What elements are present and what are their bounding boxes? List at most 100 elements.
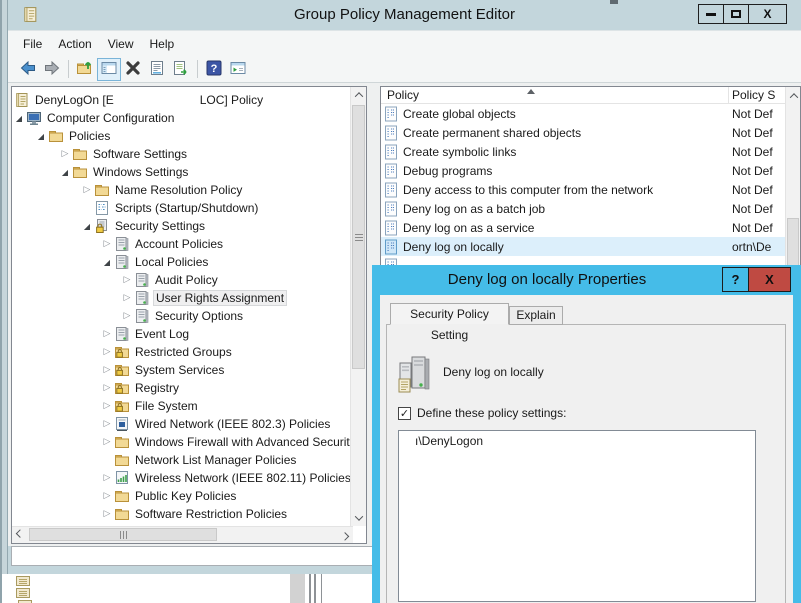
tree-item-security-options[interactable]: ▷Security Options [12,307,245,325]
maximize-button[interactable] [723,4,749,24]
tree-item-scripts-startup-shutdown[interactable]: Scripts (Startup/Shutdown) [12,199,260,217]
expander-expanded-icon[interactable]: ◢ [34,132,48,141]
scroll-up-button[interactable] [351,87,367,103]
help-button[interactable]: ? [202,58,226,81]
expander-expanded-icon[interactable]: ◢ [100,258,114,267]
policy-setting-value: Not Def [732,145,773,159]
expander-collapsed-icon[interactable]: ▷ [120,275,134,285]
menu-file[interactable]: File [15,34,50,54]
folder-icon [72,164,88,180]
policy-row-deny-log-on-locally[interactable]: Deny log on locallyortn\De [381,237,785,256]
menu-action[interactable]: Action [50,34,99,54]
tree-item-network-list-manager-policies[interactable]: Network List Manager Policies [12,451,298,469]
show-console-tree-button[interactable] [97,58,121,81]
title-bar[interactable]: Group Policy Management Editor X [8,0,801,30]
tree-item-root[interactable]: DenyLogOn [E LOC] Policy [12,91,265,109]
new-window-button[interactable] [226,58,250,81]
tree-item-restricted-groups[interactable]: ▷Restricted Groups [12,343,234,361]
tree-item-user-rights-assignment[interactable]: ▷User Rights Assignment [12,289,287,307]
policy-document-icon [384,163,399,179]
policy-row-create-permanent-shared-objects[interactable]: Create permanent shared objectsNot Def [381,123,785,142]
expander-expanded-icon[interactable]: ◢ [58,168,72,177]
chevron-right-icon [341,532,349,540]
properties-button[interactable] [145,58,169,81]
expander-collapsed-icon[interactable]: ▷ [100,365,114,375]
tree-item-security-settings[interactable]: ◢Security Settings [12,217,207,235]
expander-collapsed-icon[interactable]: ▷ [100,473,114,483]
tree-item-local-policies[interactable]: ◢Local Policies [12,253,210,271]
expander-collapsed-icon[interactable]: ▷ [100,491,114,501]
gpo-scroll-icon [14,92,30,108]
expander-collapsed-icon[interactable]: ▷ [100,383,114,393]
expander-collapsed-icon[interactable]: ▷ [100,437,114,447]
dialog-close-button[interactable]: X [748,267,791,292]
tree-item-computer-configuration[interactable]: ◢ Computer Configuration [12,109,176,127]
tree-item-audit-policy[interactable]: ▷Audit Policy [12,271,220,289]
tree-item-policies[interactable]: ◢Policies [12,127,112,145]
tree-item-windows-firewall-with-advanced-security[interactable]: ▷Windows Firewall with Advanced Security [12,433,350,451]
tree-item-software-restriction-policies[interactable]: ▷Software Restriction Policies [12,505,289,523]
scroll-up-button[interactable] [786,88,801,104]
expander-collapsed-icon[interactable]: ▷ [120,311,134,321]
scroll-down-button[interactable] [351,510,367,526]
tab-explain[interactable]: Explain [509,306,563,325]
tree-item-event-log[interactable]: ▷Event Log [12,325,191,343]
tree-horizontal-scrollbar[interactable] [12,526,353,543]
dialog-help-button[interactable]: ? [722,267,749,292]
expander-collapsed-icon[interactable]: ▷ [100,329,114,339]
policy-row-deny-log-on-as-a-batch-job[interactable]: Deny log on as a batch jobNot Def [381,199,785,218]
forward-button[interactable] [40,58,64,81]
minimize-button[interactable] [698,4,724,24]
properties-icon [148,59,166,80]
menu-view[interactable]: View [100,34,142,54]
folder-lock-icon [114,362,130,378]
expander-expanded-icon[interactable]: ◢ [12,114,26,123]
up-one-level-button[interactable] [73,58,97,81]
tree-item-account-policies[interactable]: ▷Account Policies [12,235,225,253]
policy-row-deny-log-on-as-a-service[interactable]: Deny log on as a serviceNot Def [381,218,785,237]
column-divider[interactable] [728,87,729,103]
dialog-title-bar[interactable]: Deny log on locally Properties ? X [372,265,801,295]
policy-row-create-global-objects[interactable]: Create global objectsNot Def [381,104,785,123]
expander-collapsed-icon[interactable]: ▷ [120,293,134,303]
tree-item-system-services[interactable]: ▷System Services [12,361,226,379]
column-header-policy[interactable]: Policy [387,88,419,102]
policy-row-create-symbolic-links[interactable]: Create symbolic linksNot Def [381,142,785,161]
back-button[interactable] [16,58,40,81]
scrollbar-thumb[interactable] [29,528,217,541]
expander-collapsed-icon[interactable]: ▷ [100,509,114,519]
scroll-left-button[interactable] [12,527,28,543]
scroll-right-button[interactable] [337,527,353,543]
close-button[interactable]: X [748,4,787,24]
tree-item-wireless-network-ieee-802-11-policies[interactable]: ▷Wireless Network (IEEE 802.11) Policies [12,469,350,487]
checkbox-checked-icon[interactable]: ✓ [398,407,411,420]
delete-button[interactable] [121,58,145,81]
scrollbar-thumb[interactable] [352,105,365,369]
expander-collapsed-icon[interactable]: ▷ [58,149,72,159]
expander-collapsed-icon[interactable]: ▷ [100,419,114,429]
expander-collapsed-icon[interactable]: ▷ [100,347,114,357]
member-entry[interactable]: ı\DenyLogon [399,431,755,448]
tree-item-file-system[interactable]: ▷File System [12,397,200,415]
tree-item-registry[interactable]: ▷Registry [12,379,181,397]
policy-row-deny-access-to-this-computer-from-the-network[interactable]: Deny access to this computer from the ne… [381,180,785,199]
tree-item-software-settings[interactable]: ▷Software Settings [12,145,189,163]
background-notch [610,0,618,4]
menu-help[interactable]: Help [142,34,183,54]
tree-item-name-resolution-policy[interactable]: ▷Name Resolution Policy [12,181,244,199]
tree-vertical-scrollbar[interactable] [350,87,366,526]
expander-collapsed-icon[interactable]: ▷ [100,401,114,411]
define-settings-checkbox[interactable]: ✓ Define these policy settings: [398,406,566,420]
column-header-policy-setting[interactable]: Policy S [732,88,775,102]
expander-collapsed-icon[interactable]: ▷ [80,185,94,195]
policy-row-debug-programs[interactable]: Debug programsNot Def [381,161,785,180]
tree-item-public-key-policies[interactable]: ▷Public Key Policies [12,487,238,505]
members-listbox[interactable]: ı\DenyLogon [398,430,756,602]
expander-collapsed-icon[interactable]: ▷ [100,239,114,249]
export-list-button[interactable] [169,58,193,81]
tree-item-windows-settings[interactable]: ◢Windows Settings [12,163,190,181]
expander-expanded-icon[interactable]: ◢ [80,222,94,231]
tab-security-policy-setting[interactable]: Security Policy Setting [390,303,509,325]
tree-item-label: Computer Configuration [45,111,176,125]
tree-item-wired-network-ieee-802-3-policies[interactable]: ▷Wired Network (IEEE 802.3) Policies [12,415,332,433]
